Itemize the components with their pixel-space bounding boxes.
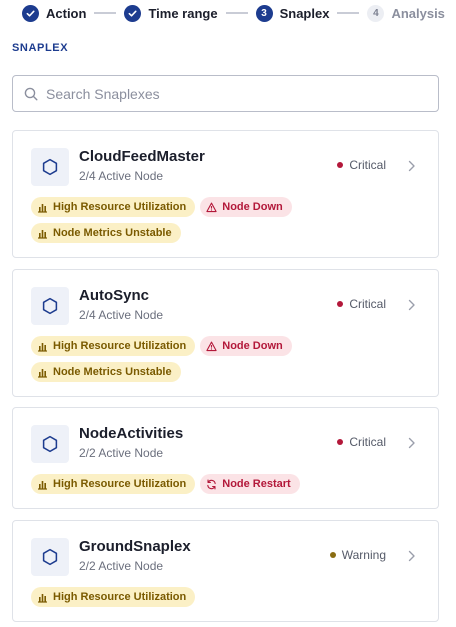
step-action[interactable]: Action: [22, 4, 87, 22]
bar-chart-icon: [37, 341, 53, 352]
chevron-right-icon[interactable]: [408, 436, 416, 454]
snaplex-card[interactable]: NodeActivities 2/2 Active Node Critical Hig…: [12, 407, 439, 509]
badge-label: Node Metrics Unstable: [53, 227, 172, 239]
issue-badges: High Resource Utilization Node Restart: [31, 474, 421, 494]
snaplex-name: CloudFeedMaster: [79, 148, 205, 165]
badge-node-metrics-unstable: Node Metrics Unstable: [31, 362, 181, 382]
step-label: Action: [46, 5, 87, 21]
badge-high-resource-utilization: High Resource Utilization: [31, 587, 196, 607]
badge-node-down: Node Down: [200, 336, 292, 356]
refresh-icon: [206, 479, 222, 490]
status-label: Critical: [349, 435, 386, 449]
snaplex-hexagon-icon: [31, 425, 69, 463]
badge-label: High Resource Utilization: [53, 201, 187, 213]
bar-chart-icon: [37, 228, 53, 239]
issue-badges: High Resource Utilization Node Down Node M…: [31, 336, 421, 382]
step-analysis[interactable]: 4 Analysis: [367, 4, 445, 22]
step-time-range[interactable]: Time range: [124, 4, 218, 22]
warning-triangle-icon: [206, 202, 222, 213]
search-box[interactable]: [12, 75, 439, 112]
step-number: 4: [367, 4, 385, 22]
step-number: 3: [255, 4, 273, 22]
issue-badges: High Resource Utilization Node Down Node M…: [31, 197, 421, 243]
search-icon: [24, 87, 38, 101]
step-label: Snaplex: [279, 5, 330, 21]
status-label: Critical: [349, 297, 386, 311]
status-dot: [337, 162, 344, 168]
badge-high-resource-utilization: High Resource Utilization: [31, 474, 196, 494]
status-indicator: Critical: [337, 158, 386, 172]
snaplex-card[interactable]: CloudFeedMaster 2/4 Active Node Critical Hi…: [12, 130, 439, 258]
badge-label: Node Metrics Unstable: [53, 366, 172, 378]
bar-chart-icon: [37, 479, 53, 490]
step-connector: [337, 12, 360, 14]
badge-label: High Resource Utilization: [53, 591, 187, 603]
active-node-count: 2/4 Active Node: [79, 308, 164, 322]
chevron-right-icon[interactable]: [408, 159, 416, 177]
status-label: Critical: [349, 158, 386, 172]
badge-high-resource-utilization: High Resource Utilization: [31, 336, 196, 356]
active-node-count: 2/2 Active Node: [79, 559, 164, 573]
badge-label: High Resource Utilization: [53, 340, 187, 352]
snaplex-name: GroundSnaplex: [79, 538, 191, 555]
badge-node-restart: Node Restart: [200, 474, 300, 494]
status-indicator: Warning: [329, 548, 386, 562]
snaplex-hexagon-icon: [31, 538, 69, 576]
badge-label: Node Down: [222, 340, 283, 352]
issue-badges: High Resource Utilization: [31, 587, 421, 607]
section-title: SNAPLEX: [12, 42, 69, 54]
status-dot: [337, 301, 344, 307]
check-icon: [22, 4, 39, 22]
bar-chart-icon: [37, 367, 53, 378]
chevron-right-icon[interactable]: [408, 298, 416, 316]
stepper: Action Time range 3 Snaplex 4 Analysis: [22, 4, 445, 22]
snaplex-card[interactable]: AutoSync 2/4 Active Node Critical High Reso…: [12, 269, 439, 397]
status-dot: [337, 439, 344, 445]
status-indicator: Critical: [337, 435, 386, 449]
badge-node-down: Node Down: [200, 197, 292, 217]
chevron-right-icon[interactable]: [408, 549, 416, 567]
active-node-count: 2/2 Active Node: [79, 446, 164, 460]
badge-label: Node Down: [222, 201, 283, 213]
step-snaplex[interactable]: 3 Snaplex: [255, 4, 330, 22]
snaplex-hexagon-icon: [31, 287, 69, 325]
bar-chart-icon: [37, 592, 53, 603]
badge-label: Node Restart: [222, 478, 291, 490]
check-icon: [124, 4, 142, 22]
warning-triangle-icon: [206, 341, 222, 352]
step-label: Analysis: [391, 5, 445, 21]
snaplex-hexagon-icon: [31, 148, 69, 186]
status-indicator: Critical: [337, 297, 386, 311]
badge-label: High Resource Utilization: [53, 478, 187, 490]
snaplex-card[interactable]: GroundSnaplex 2/2 Active Node Warning High …: [12, 520, 439, 622]
snaplex-name: AutoSync: [79, 287, 150, 304]
status-label: Warning: [341, 548, 386, 562]
status-dot: [329, 552, 336, 558]
step-label: Time range: [148, 5, 218, 21]
search-input[interactable]: [46, 85, 416, 102]
step-connector: [94, 12, 117, 14]
active-node-count: 2/4 Active Node: [79, 169, 164, 183]
badge-node-metrics-unstable: Node Metrics Unstable: [31, 223, 181, 243]
badge-high-resource-utilization: High Resource Utilization: [31, 197, 196, 217]
bar-chart-icon: [37, 202, 53, 213]
step-connector: [225, 12, 248, 14]
snaplex-name: NodeActivities: [79, 425, 184, 442]
